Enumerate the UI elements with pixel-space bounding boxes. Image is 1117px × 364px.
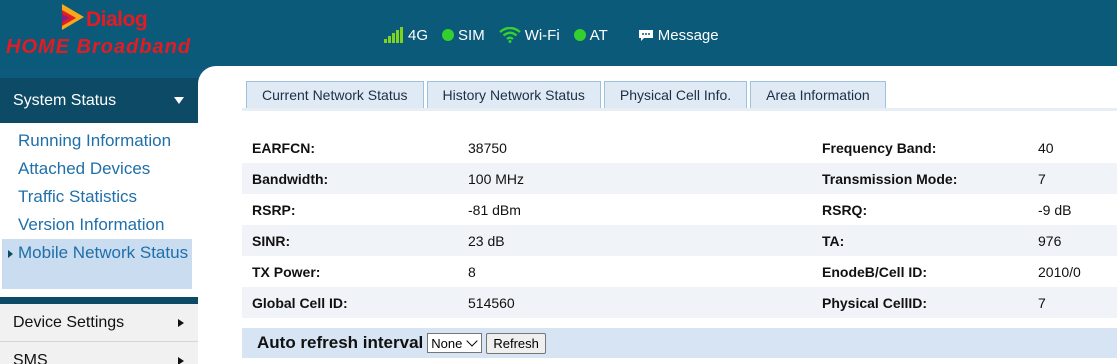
sidebar-divider (0, 297, 198, 304)
caret-right-icon (178, 319, 184, 327)
table-row: SINR: 23 dB TA: 976 (242, 225, 1117, 256)
table-row: TX Power: 8 EnodeB/Cell ID: 2010/0 (242, 256, 1117, 287)
auto-refresh-label: Auto refresh interval (257, 333, 424, 352)
refresh-interval-select[interactable]: None (427, 333, 483, 353)
at-dot-icon (573, 29, 586, 41)
sidebar-header-system-status[interactable]: System Status (0, 78, 198, 123)
brand-name: Dialog (86, 8, 148, 31)
ta-label: TA: (812, 225, 1028, 256)
sidebar-item-mobile-network-status[interactable]: Mobile Network Status (2, 239, 192, 289)
wifi-icon (498, 27, 521, 43)
transmission-mode-label: Transmission Mode: (812, 163, 1028, 194)
frequency-band-label: Frequency Band: (822, 139, 937, 156)
sidebar-section-sms[interactable]: SMS (0, 342, 198, 364)
bandwidth-label: Bandwidth: (242, 163, 458, 194)
sidebar-section-label: Device Settings (13, 313, 125, 331)
sidebar-item-label: Mobile Network Status (18, 243, 189, 262)
caret-right-icon (8, 250, 13, 258)
global-cell-id-label: Global Cell ID: (242, 287, 458, 318)
refresh-button[interactable]: Refresh (486, 332, 546, 354)
sidebar-header-label: System Status (13, 91, 117, 109)
table-row: Global Cell ID: 514560 Physical CellID: … (242, 287, 1117, 318)
table-row: RSRP: -81 dBm RSRQ: -9 dB (242, 194, 1117, 225)
sidebar-section-device-settings[interactable]: Device Settings (0, 304, 198, 342)
tx-power-label: TX Power: (252, 263, 321, 280)
sidebar-item-running-information[interactable]: Running Information (0, 127, 198, 155)
top-header: Dialog HOME Broadband 4G SIM Wi-Fi AT Me… (0, 0, 1117, 68)
sidebar: System Status Running Information Attach… (0, 78, 198, 364)
refresh-interval-value: None (431, 335, 463, 351)
global-cell-id-value: 514560 (458, 287, 812, 318)
at-status: AT (573, 26, 608, 44)
status-bar: 4G SIM Wi-Fi AT Message (384, 24, 733, 46)
tab-history-network-status[interactable]: History Network Status (426, 81, 601, 108)
physical-cell-id-label: Physical CellID: (812, 287, 1028, 318)
rsrp-value: -81 dBm (468, 201, 521, 218)
brand-product: HOME Broadband (6, 36, 192, 58)
network-status-table: EARFCN: 38750 Frequency Band: 40 Bandwid… (242, 132, 1117, 318)
sidebar-section-label: SMS (13, 351, 48, 364)
bandwidth-value: 100 MHz (458, 163, 812, 194)
tab-physical-cell-info[interactable]: Physical Cell Info. (603, 81, 748, 108)
tab-bar: Current Network Status History Network S… (246, 81, 889, 108)
sidebar-list: Running Information Attached Devices Tra… (0, 123, 198, 289)
caret-right-icon (178, 357, 184, 364)
tx-power-value: 8 (468, 263, 476, 280)
sinr-value: 23 dB (458, 225, 812, 256)
signal-status: 4G (384, 27, 428, 44)
tab-area-information[interactable]: Area Information (750, 81, 886, 108)
enodeb-cell-id-value: 2010/0 (1038, 263, 1081, 280)
transmission-mode-value: 7 (1028, 163, 1117, 194)
sidebar-item-attached-devices[interactable]: Attached Devices (0, 155, 198, 183)
physical-cell-id-value: 7 (1028, 287, 1117, 318)
tab-current-network-status[interactable]: Current Network Status (246, 81, 424, 108)
message-icon (638, 29, 653, 41)
wifi-label: Wi-Fi (524, 26, 560, 44)
signal-label: 4G (408, 26, 429, 44)
main-panel: Current Network Status History Network S… (198, 66, 1117, 364)
message-label: Message (657, 26, 719, 44)
message-link[interactable]: Message (622, 27, 719, 44)
caret-down-icon (174, 97, 184, 104)
sidebar-item-version-information[interactable]: Version Information (0, 211, 198, 239)
earfcn-label: EARFCN: (252, 139, 315, 156)
rsrq-label: RSRQ: (822, 201, 868, 218)
at-label: AT (589, 26, 608, 44)
chevron-down-icon (466, 335, 479, 347)
signal-bars-icon (384, 27, 404, 43)
auto-refresh-bar: Auto refresh interval None Refresh (242, 328, 1117, 358)
enodeb-cell-id-label: EnodeB/Cell ID: (822, 263, 928, 280)
sim-status: SIM (442, 27, 485, 44)
dialog-logo-mark-icon (62, 4, 84, 30)
sim-dot-icon (442, 29, 455, 41)
tab-divider (242, 108, 1117, 111)
rsrq-value: -9 dB (1038, 201, 1072, 218)
ta-value: 976 (1028, 225, 1117, 256)
table-row: Bandwidth: 100 MHz Transmission Mode: 7 (242, 163, 1117, 194)
dialog-logo: Dialog HOME Broadband (4, 2, 224, 62)
sinr-label: SINR: (242, 225, 458, 256)
sidebar-item-traffic-statistics[interactable]: Traffic Statistics (0, 183, 198, 211)
table-row: EARFCN: 38750 Frequency Band: 40 (242, 132, 1117, 163)
frequency-band-value: 40 (1038, 139, 1054, 156)
rsrp-label: RSRP: (252, 201, 296, 218)
wifi-status: Wi-Fi (498, 26, 560, 44)
sim-label: SIM (458, 26, 485, 44)
earfcn-value: 38750 (468, 139, 507, 156)
